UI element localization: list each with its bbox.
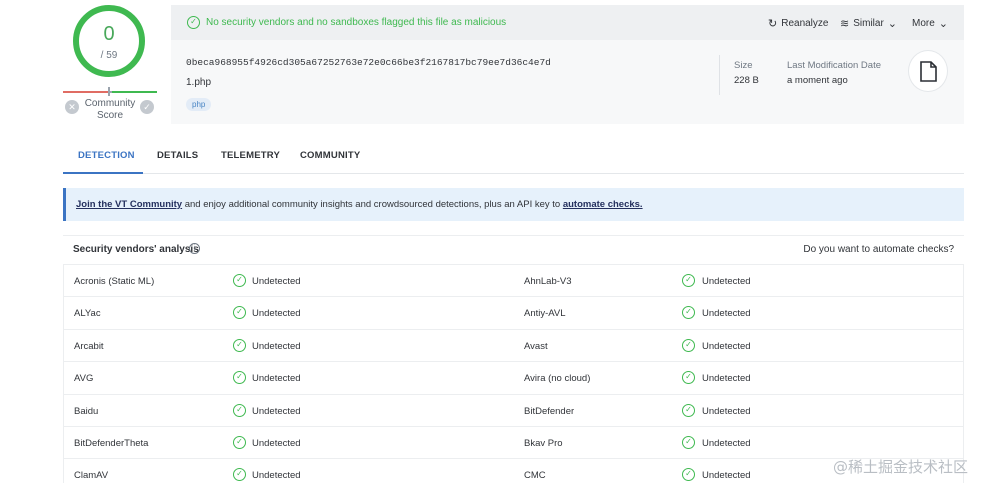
vendor-name: Arcabit	[74, 340, 104, 352]
table-row: ClamAV ✓ Undetected CMC ✓ Undetected	[63, 458, 964, 483]
vendor-result: Undetected	[702, 373, 751, 385]
tab-detection[interactable]: DETECTION	[78, 150, 135, 161]
check-circle-icon: ✓	[682, 274, 695, 287]
check-circle-icon: ✓	[682, 306, 695, 320]
check-circle-icon: ✓	[682, 435, 695, 449]
banner-text: Join the VT Community and enjoy addition…	[76, 199, 643, 210]
banner-message: and enjoy additional community insights …	[182, 199, 563, 210]
reanalyze-label: Reanalyze	[781, 18, 829, 29]
active-tab-indicator	[63, 172, 143, 174]
automate-checks-link[interactable]: automate checks.	[563, 199, 643, 210]
last-modified-label: Last Modification Date	[787, 60, 881, 71]
file-name: 1.php	[186, 77, 212, 88]
table-row: ALYac ✓ Undetected Antiy-AVL ✓ Undetecte…	[63, 296, 964, 329]
vendor-result: Undetected	[702, 276, 751, 287]
more-button[interactable]: More ⌄	[912, 17, 948, 30]
vote-up-icon[interactable]: ✓	[140, 100, 154, 114]
vendor-result: Undetected	[702, 308, 751, 320]
vendor-name: AhnLab-V3	[524, 276, 572, 287]
vendors-table: Acronis (Static ML) ✓ Undetected AhnLab-…	[63, 264, 964, 483]
size-value: 228 B	[734, 75, 759, 86]
check-circle-icon: ✓	[682, 371, 695, 385]
file-icon	[908, 50, 948, 92]
check-circle-icon: ✓	[682, 403, 695, 417]
table-row: Acronis (Static ML) ✓ Undetected AhnLab-…	[63, 264, 964, 297]
main-tabs: DETECTION DETAILS TELEMETRY COMMUNITY	[63, 141, 964, 174]
file-info-card: ✓ No security vendors and no sandboxes f…	[171, 5, 964, 124]
vendor-name: ClamAV	[74, 470, 109, 482]
vendor-result: Undetected	[252, 437, 301, 449]
check-circle-icon: ✓	[233, 403, 246, 417]
vendor-name: Bkav Pro	[524, 437, 563, 449]
check-circle-icon: ✓	[233, 306, 246, 320]
file-hash[interactable]: 0beca968955f4926cd305a67252763e72e0c66be…	[186, 57, 551, 68]
check-circle-icon: ✓	[233, 435, 246, 449]
table-row: BitDefenderTheta ✓ Undetected Bkav Pro ✓…	[63, 425, 964, 459]
vendor-result: Undetected	[702, 470, 751, 482]
table-row: Arcabit ✓ Undetected Avast ✓ Undetected	[63, 328, 964, 362]
check-circle-icon: ✓	[233, 468, 246, 482]
vendor-name: Acronis (Static ML)	[74, 276, 155, 287]
detection-total: / 59	[100, 50, 118, 61]
tab-details[interactable]: DETAILS	[157, 150, 198, 161]
chevron-down-icon: ⌄	[887, 18, 897, 30]
vendor-name: CMC	[524, 470, 546, 482]
automate-checks-prompt[interactable]: Do you want to automate checks?	[803, 244, 954, 255]
vendor-name: BitDefenderTheta	[74, 437, 149, 449]
last-modified-value: a moment ago	[787, 75, 848, 86]
detection-score-widget: 0 / 59 ✕ Community Score ✓	[63, 5, 157, 125]
check-circle-icon: ✓	[233, 338, 246, 352]
community-banner: Join the VT Community and enjoy addition…	[63, 188, 964, 221]
similar-button[interactable]: ≋ Similar ⌄	[840, 17, 897, 30]
join-community-link[interactable]: Join the VT Community	[76, 199, 182, 210]
file-type-tag[interactable]: php	[186, 98, 212, 111]
vendor-name: Avast	[524, 340, 548, 352]
vendor-result: Undetected	[252, 405, 301, 417]
tab-telemetry[interactable]: TELEMETRY	[221, 150, 280, 161]
chevron-down-icon: ⌄	[938, 18, 949, 30]
vendor-result: Undetected	[702, 405, 751, 417]
check-circle-icon: ✓	[233, 371, 246, 385]
similar-label: Similar	[853, 18, 884, 29]
vendor-result: Undetected	[702, 437, 751, 449]
vendor-name: AVG	[74, 373, 94, 385]
table-row: Baidu ✓ Undetected BitDefender ✓ Undetec…	[63, 393, 964, 426]
similar-icon: ≋	[840, 18, 850, 30]
vendor-result: Undetected	[252, 308, 301, 320]
check-circle-icon: ✓	[187, 16, 200, 29]
vendor-result: Undetected	[702, 340, 751, 352]
size-label: Size	[734, 60, 753, 71]
vote-down-icon[interactable]: ✕	[65, 100, 79, 114]
vendor-result: Undetected	[252, 340, 301, 352]
vendors-table-header: Security vendors' analysis i Do you want…	[63, 235, 964, 263]
watermark-text: @稀土掘金技术社区	[833, 458, 969, 476]
score-ring: 0 / 59	[73, 5, 145, 77]
check-circle-icon: ✓	[682, 338, 695, 352]
community-score-label: Community Score	[84, 98, 136, 121]
detection-count: 0	[103, 23, 115, 45]
refresh-icon: ↻	[768, 18, 778, 30]
info-icon[interactable]: i	[189, 243, 200, 254]
vendor-name: Antiy-AVL	[524, 308, 566, 320]
tab-community[interactable]: COMMUNITY	[300, 150, 360, 161]
table-row: AVG ✓ Undetected Avira (no cloud) ✓ Unde…	[63, 361, 964, 394]
status-message: No security vendors and no sandboxes fla…	[206, 17, 507, 28]
status-bar: ✓ No security vendors and no sandboxes f…	[171, 5, 964, 40]
vendor-name: Baidu	[74, 405, 99, 417]
vendor-result: Undetected	[252, 373, 301, 385]
check-circle-icon: ✓	[233, 274, 246, 287]
vendor-result: Undetected	[252, 470, 301, 482]
community-score-marker	[108, 87, 110, 96]
reanalyze-button[interactable]: ↻ Reanalyze	[768, 17, 828, 30]
check-circle-icon: ✓	[682, 468, 695, 482]
vendor-result: Undetected	[252, 276, 301, 287]
community-score-bar	[63, 91, 157, 93]
vendor-name: BitDefender	[524, 405, 575, 417]
vendors-analysis-heading: Security vendors' analysis	[73, 244, 199, 255]
vendor-name: ALYac	[74, 308, 101, 320]
meta-divider	[719, 55, 720, 95]
vendor-name: Avira (no cloud)	[524, 373, 591, 385]
more-label: More	[912, 18, 935, 29]
